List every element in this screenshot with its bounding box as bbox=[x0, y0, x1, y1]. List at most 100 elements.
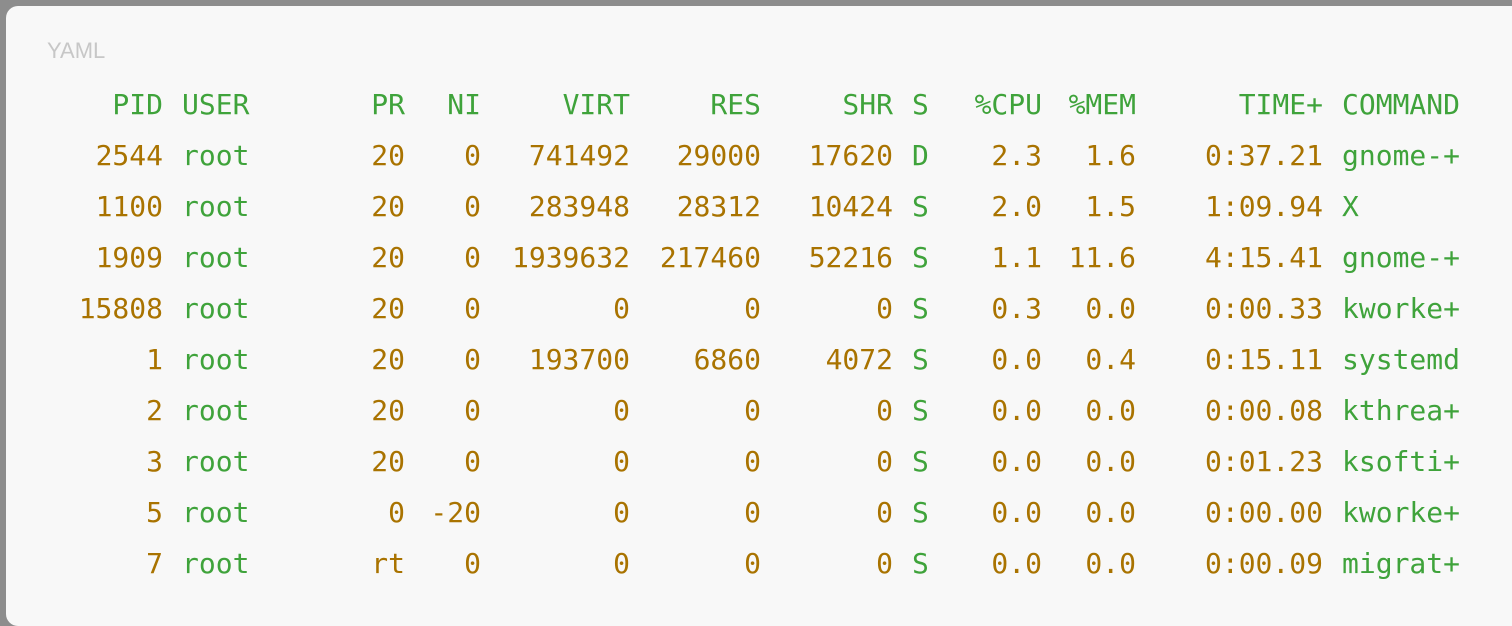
cell-pid: 2544 bbox=[95, 139, 163, 172]
cell-shr: 0 bbox=[876, 292, 893, 325]
cell-virt: 0 bbox=[613, 292, 630, 325]
cell-s: S bbox=[912, 190, 929, 223]
cell-shr: 0 bbox=[876, 394, 893, 427]
cell-cpu: 0.0 bbox=[991, 496, 1042, 529]
table-row: 7 root rt 0 0 0 0 S 0.0 0.0 0:00.09 migrat+ bbox=[6, 538, 1512, 589]
cell-cpu: 2.3 bbox=[991, 139, 1042, 172]
cell-time: 4:15.41 bbox=[1204, 241, 1323, 274]
cell-ni: 0 bbox=[464, 445, 481, 478]
cell-pid: 2 bbox=[146, 394, 163, 427]
cell-time: 0:00.33 bbox=[1204, 292, 1323, 325]
cell-shr: 0 bbox=[876, 547, 893, 580]
process-table: PID USER PR NI VIRT RES SHR S %CPU %MEM TIME+ COMMA… bbox=[6, 79, 1512, 589]
cell-ni: 0 bbox=[464, 241, 481, 274]
cell-virt: 193700 bbox=[528, 343, 630, 376]
column-header-res: RES bbox=[710, 88, 761, 121]
cell-mem: 0.0 bbox=[1085, 547, 1136, 580]
cell-shr: 52216 bbox=[808, 241, 893, 274]
cell-res: 217460 bbox=[659, 241, 761, 274]
cell-ni: 0 bbox=[464, 292, 481, 325]
cell-user: root bbox=[182, 190, 250, 223]
cell-pr: 20 bbox=[371, 139, 405, 172]
cell-cpu: 0.0 bbox=[991, 547, 1042, 580]
cell-mem: 0.4 bbox=[1085, 343, 1136, 376]
cell-cpu: 2.0 bbox=[991, 190, 1042, 223]
cell-command: migrat+ bbox=[1342, 547, 1461, 580]
cell-command: kworke+ bbox=[1342, 496, 1461, 529]
cell-s: S bbox=[912, 292, 929, 325]
cell-shr: 10424 bbox=[808, 190, 893, 223]
column-header-shr: SHR bbox=[842, 88, 893, 121]
cell-s: D bbox=[912, 139, 929, 172]
cell-res: 6860 bbox=[693, 343, 761, 376]
cell-res: 28312 bbox=[676, 190, 761, 223]
cell-res: 0 bbox=[744, 292, 761, 325]
cell-shr: 0 bbox=[876, 445, 893, 478]
cell-mem: 0.0 bbox=[1085, 445, 1136, 478]
cell-virt: 0 bbox=[613, 394, 630, 427]
cell-res: 0 bbox=[744, 394, 761, 427]
column-header-user: USER bbox=[182, 88, 250, 121]
cell-pid: 1909 bbox=[95, 241, 163, 274]
column-header-pr: PR bbox=[371, 88, 405, 121]
cell-pr: 20 bbox=[371, 241, 405, 274]
cell-pid: 3 bbox=[146, 445, 163, 478]
cell-res: 0 bbox=[744, 445, 761, 478]
cell-shr: 4072 bbox=[825, 343, 893, 376]
cell-s: S bbox=[912, 547, 929, 580]
cell-user: root bbox=[182, 547, 250, 580]
cell-user: root bbox=[182, 394, 250, 427]
cell-user: root bbox=[182, 139, 250, 172]
table-row: 1100 root 20 0 283948 28312 10424 S 2.0 1.5 1:09.9… bbox=[6, 181, 1512, 232]
cell-pr: 20 bbox=[371, 292, 405, 325]
cell-mem: 0.0 bbox=[1085, 292, 1136, 325]
cell-mem: 0.0 bbox=[1085, 394, 1136, 427]
cell-pr: 20 bbox=[371, 343, 405, 376]
column-header-s: S bbox=[912, 88, 929, 121]
cell-shr: 0 bbox=[876, 496, 893, 529]
cell-pr: 0 bbox=[388, 496, 405, 529]
table-row: 15808 root 20 0 0 0 0 S 0.3 0.0 0:00.33 kworke+ bbox=[6, 283, 1512, 334]
cell-mem: 1.6 bbox=[1085, 139, 1136, 172]
cell-user: root bbox=[182, 241, 250, 274]
table-row: 2 root 20 0 0 0 0 S 0.0 0.0 0:00.08 kthrea+ bbox=[6, 385, 1512, 436]
cell-shr: 17620 bbox=[808, 139, 893, 172]
cell-mem: 0.0 bbox=[1085, 496, 1136, 529]
column-header-pid: PID bbox=[112, 88, 163, 121]
cell-pid: 7 bbox=[146, 547, 163, 580]
cell-virt: 0 bbox=[613, 496, 630, 529]
cell-pr: 20 bbox=[371, 190, 405, 223]
cell-command: kworke+ bbox=[1342, 292, 1461, 325]
column-header-virt: VIRT bbox=[562, 88, 630, 121]
cell-virt: 741492 bbox=[528, 139, 630, 172]
column-header-cpu: %CPU bbox=[974, 88, 1042, 121]
cell-ni: 0 bbox=[464, 394, 481, 427]
cell-command: systemd bbox=[1342, 343, 1461, 376]
cell-cpu: 0.0 bbox=[991, 394, 1042, 427]
cell-pr: rt bbox=[371, 547, 405, 580]
cell-virt: 1939632 bbox=[511, 241, 630, 274]
cell-user: root bbox=[182, 343, 250, 376]
cell-virt: 283948 bbox=[528, 190, 630, 223]
cell-res: 0 bbox=[744, 547, 761, 580]
cell-pid: 1 bbox=[146, 343, 163, 376]
table-row: 1909 root 20 0 1939632 217460 52216 S 1.1 11.6 4:1… bbox=[6, 232, 1512, 283]
cell-ni: 0 bbox=[464, 139, 481, 172]
cell-pid: 5 bbox=[146, 496, 163, 529]
cell-res: 0 bbox=[744, 496, 761, 529]
cell-user: root bbox=[182, 292, 250, 325]
cell-user: root bbox=[182, 496, 250, 529]
column-header-ni: NI bbox=[447, 88, 481, 121]
table-row: 2544 root 20 0 741492 29000 17620 D 2.3 1.6 0:37.2… bbox=[6, 130, 1512, 181]
cell-pid: 1100 bbox=[95, 190, 163, 223]
cell-cpu: 0.0 bbox=[991, 445, 1042, 478]
cell-pid: 15808 bbox=[78, 292, 163, 325]
cell-virt: 0 bbox=[613, 547, 630, 580]
cell-s: S bbox=[912, 241, 929, 274]
cell-time: 0:37.21 bbox=[1204, 139, 1323, 172]
table-header-row: PID USER PR NI VIRT RES SHR S %CPU %MEM TIME+ COMMA… bbox=[6, 79, 1512, 130]
column-header-command: COMMAND bbox=[1342, 88, 1461, 121]
table-row: 5 root 0 -20 0 0 0 S 0.0 0.0 0:00.00 kworke+ bbox=[6, 487, 1512, 538]
cell-virt: 0 bbox=[613, 445, 630, 478]
column-header-mem: %MEM bbox=[1068, 88, 1136, 121]
